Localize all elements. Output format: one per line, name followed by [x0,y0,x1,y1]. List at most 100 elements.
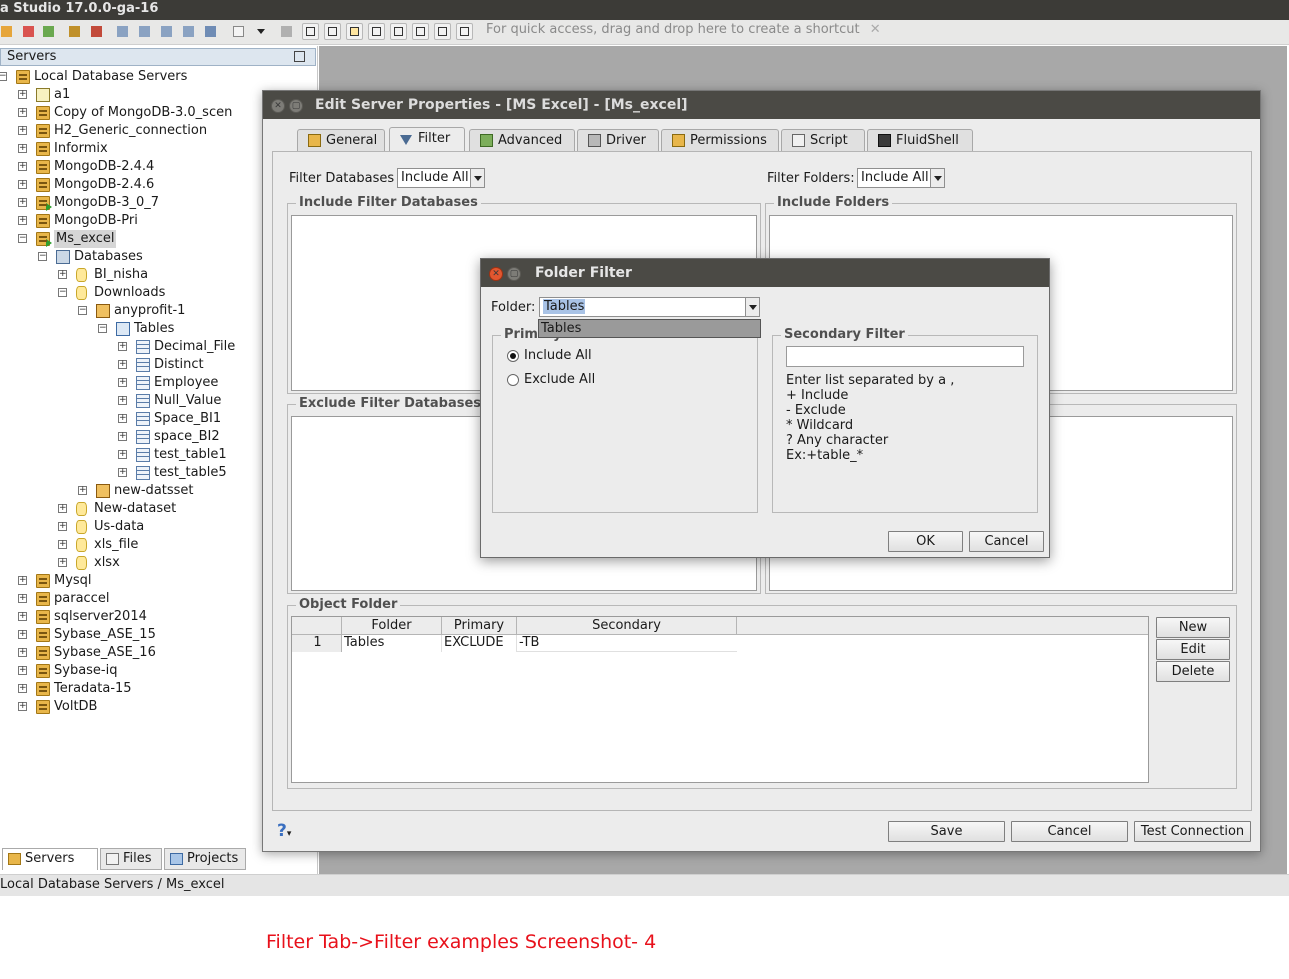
expand-icon[interactable]: + [18,612,27,621]
help-icon[interactable]: ?▾ [277,821,291,841]
folder-dropdown-list[interactable]: Tables [538,319,761,338]
new-button[interactable]: New [1156,617,1230,638]
tab-general[interactable]: General [297,129,385,151]
tab-files[interactable]: Files [100,848,162,870]
query-builder-icon[interactable] [136,23,153,40]
save-button[interactable]: Save [888,821,1005,842]
expand-icon[interactable]: + [18,180,27,189]
collapse-icon[interactable]: − [58,288,67,297]
tab-driver[interactable]: Driver [577,129,659,151]
tab-filter[interactable]: Filter [389,127,465,152]
collapse-icon[interactable]: − [18,234,27,243]
expand-icon[interactable]: + [18,144,27,153]
primary-column-header[interactable]: Primary [442,617,517,635]
expand-icon[interactable]: + [18,216,27,225]
layout-8-icon[interactable] [456,23,473,40]
tree-item[interactable]: − Local Database Servers [0,68,316,86]
expand-icon[interactable]: + [18,702,27,711]
cancel-button[interactable]: Cancel [1011,821,1128,842]
connect-icon[interactable] [20,23,37,40]
expand-icon[interactable]: + [118,468,127,477]
tab-permissions[interactable]: Permissions [661,129,779,151]
expand-icon[interactable]: + [118,414,127,423]
expand-icon[interactable]: + [18,108,27,117]
expand-icon[interactable]: + [118,432,127,441]
compare-icon[interactable] [180,23,197,40]
new-server-icon[interactable] [0,23,15,40]
cell-folder[interactable]: Tables [342,635,442,652]
new-file-icon[interactable] [230,23,247,40]
maximize-icon[interactable]: ▢ [507,267,521,281]
expand-icon[interactable]: + [118,378,127,387]
folder-select[interactable]: Tables [539,297,760,317]
chevron-down-icon[interactable] [930,169,944,187]
folder-dropdown-option[interactable]: Tables [541,321,581,336]
expand-icon[interactable]: + [18,576,27,585]
object-folder-table[interactable]: Folder Primary Secondary 1 Tables EXCLUD… [291,616,1149,783]
layout-3-icon[interactable] [346,23,363,40]
expand-icon[interactable]: + [18,648,27,657]
cancel-button[interactable]: Cancel [969,531,1044,552]
maximize-icon[interactable]: ▢ [289,99,303,113]
collapse-icon[interactable]: − [0,72,7,81]
expand-icon[interactable]: + [18,162,27,171]
include-all-label[interactable]: Include All [524,348,592,363]
restore-icon[interactable] [294,51,305,62]
expand-icon[interactable]: + [118,396,127,405]
test-connection-button[interactable]: Test Connection [1134,821,1251,842]
tab-script[interactable]: Script [781,129,865,151]
exclude-all-radio[interactable] [507,374,519,386]
tab-servers[interactable]: Servers [2,848,98,870]
close-icon[interactable]: ✕ [489,267,503,281]
folder-column-header[interactable]: Folder [342,617,442,635]
dropdown-arrow-icon[interactable] [252,23,269,40]
secondary-column-header[interactable]: Secondary [517,617,737,635]
chevron-down-icon[interactable] [470,169,484,187]
tab-fluidshell[interactable]: FluidShell [867,129,973,151]
monitor-icon[interactable] [202,23,219,40]
delete-button[interactable]: Delete [1156,661,1230,682]
expand-icon[interactable]: + [118,342,127,351]
expand-icon[interactable]: + [18,684,27,693]
expand-icon[interactable]: + [18,630,27,639]
cell-primary[interactable]: EXCLUDE [442,635,517,652]
layout-1-icon[interactable] [302,23,319,40]
secondary-filter-input[interactable] [786,346,1024,367]
collapse-icon[interactable]: − [78,306,87,315]
edit-button[interactable]: Edit [1156,639,1230,660]
layout-2-icon[interactable] [324,23,341,40]
expand-icon[interactable]: + [18,90,27,99]
layout-5-icon[interactable] [390,23,407,40]
server-properties-icon[interactable] [88,23,105,40]
history-icon[interactable] [278,23,295,40]
shortcut-close-icon[interactable]: ✕ [870,22,881,37]
collapse-icon[interactable]: − [38,252,47,261]
tab-advanced[interactable]: Advanced [469,129,575,151]
expand-icon[interactable]: + [58,522,67,531]
expand-icon[interactable]: + [18,666,27,675]
layout-4-icon[interactable] [368,23,385,40]
expand-icon[interactable]: + [118,450,127,459]
shortcut-area[interactable]: For quick access, drag and drop here to … [486,22,881,37]
expand-icon[interactable]: + [78,486,87,495]
disconnect-icon[interactable] [40,23,57,40]
expand-icon[interactable]: + [18,594,27,603]
collapse-icon[interactable]: − [98,324,107,333]
layout-7-icon[interactable] [434,23,451,40]
expand-icon[interactable]: + [58,540,67,549]
query-icon[interactable] [114,23,131,40]
filter-folders-select[interactable]: Include All [857,168,945,188]
exclude-all-label[interactable]: Exclude All [524,372,595,387]
expand-icon[interactable]: + [18,126,27,135]
expand-icon[interactable]: + [58,558,67,567]
expand-icon[interactable]: + [18,198,27,207]
ok-button[interactable]: OK [888,531,963,552]
expand-icon[interactable]: + [58,504,67,513]
tab-projects[interactable]: Projects [164,848,246,870]
chevron-down-icon[interactable] [745,298,759,316]
cell-secondary[interactable]: -TB [517,635,737,652]
schema-icon[interactable] [158,23,175,40]
expand-icon[interactable]: + [58,270,67,279]
include-all-radio[interactable] [507,350,519,362]
expand-icon[interactable]: + [118,360,127,369]
